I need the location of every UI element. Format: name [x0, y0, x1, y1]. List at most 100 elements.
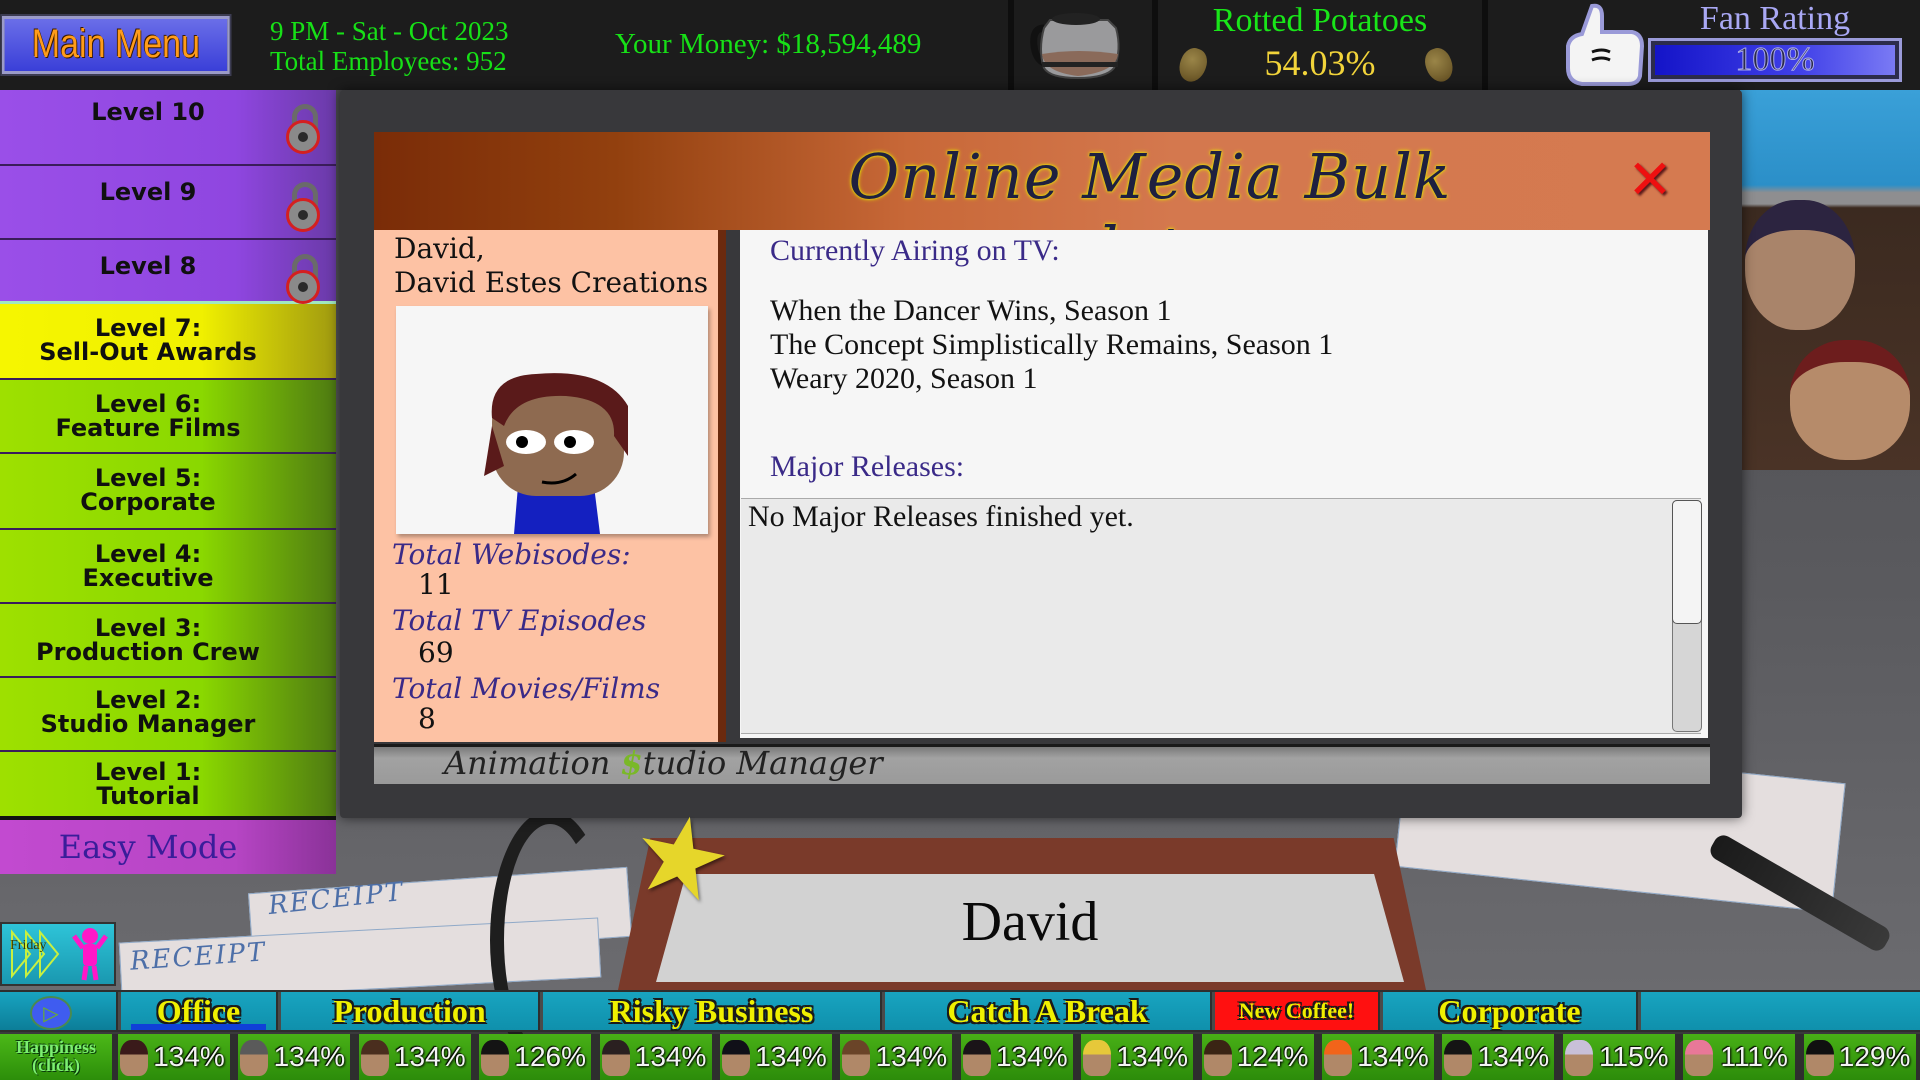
- releases-scrollbar-thumb[interactable]: [1672, 500, 1702, 624]
- fan-rating-title: Fan Rating: [1699, 0, 1851, 37]
- employee-happiness[interactable]: 126%: [475, 1034, 592, 1080]
- level-title: Level 1:: [94, 758, 202, 786]
- game-logo: Animation $tudio Manager: [444, 744, 883, 782]
- happiness-value: 134%: [153, 1041, 225, 1072]
- level-title: Level 7:: [94, 314, 202, 342]
- employee-happiness[interactable]: 134%: [595, 1034, 712, 1080]
- happiness-value: 134%: [393, 1041, 466, 1072]
- employee-happiness[interactable]: 129%: [1799, 1034, 1916, 1080]
- employee-happiness[interactable]: 134%: [114, 1034, 230, 1080]
- coffee-pot-icon[interactable]: [1030, 10, 1126, 80]
- level-subtitle: Production Crew: [36, 638, 260, 666]
- tab-risky-business[interactable]: Risky Business: [540, 992, 880, 1030]
- peeking-character-2: [1790, 340, 1910, 460]
- employee-happiness[interactable]: 134%: [836, 1034, 953, 1080]
- level-item-8[interactable]: Level 8: [0, 240, 336, 304]
- level-title: Level 6:: [94, 390, 202, 418]
- happiness-value: 134%: [1357, 1041, 1429, 1072]
- happiness-button[interactable]: Happiness (click): [0, 1034, 112, 1080]
- happiness-value: 134%: [634, 1041, 707, 1072]
- happiness-label: Happiness: [15, 1037, 97, 1057]
- level-item-2[interactable]: Level 2: Studio Manager: [0, 678, 336, 752]
- happiness-value: 124%: [1236, 1041, 1309, 1072]
- employee-happiness[interactable]: 134%: [1077, 1034, 1194, 1080]
- employee-happiness[interactable]: 134%: [956, 1034, 1073, 1080]
- easy-mode-button[interactable]: Easy Mode: [0, 820, 336, 874]
- employee-happiness[interactable]: 134%: [354, 1034, 471, 1080]
- employee-happiness[interactable]: 134%: [716, 1034, 832, 1080]
- lock-icon: [286, 254, 324, 304]
- happiness-value: 134%: [1477, 1041, 1550, 1072]
- level-item-4[interactable]: Level 4: Executive: [0, 530, 336, 604]
- airing-heading: Currently Airing on TV:: [770, 234, 1060, 267]
- employee-happiness[interactable]: 134%: [1438, 1034, 1555, 1080]
- employee-happiness[interactable]: 124%: [1197, 1034, 1314, 1080]
- profile-name-line1: David,: [394, 232, 485, 265]
- game-time: 9 PM - Sat - Oct 2023: [270, 16, 509, 46]
- name-plate-text: David: [961, 891, 1099, 953]
- airing-show: The Concept Simplistically Remains, Seas…: [770, 328, 1334, 361]
- level-subtitle: Feature Films: [55, 414, 241, 442]
- tv-episodes-value: 69: [418, 636, 454, 669]
- level-item-9[interactable]: Level 9: [0, 166, 336, 240]
- level-subtitle: Sell-Out Awards: [39, 338, 257, 366]
- level-item-6[interactable]: Level 6: Feature Films: [0, 380, 336, 454]
- movies-label: Total Movies/Films: [392, 672, 661, 705]
- lock-icon: [286, 104, 324, 154]
- tab-production[interactable]: Production: [278, 992, 538, 1030]
- tab-new-coffee[interactable]: New Coffee!: [1212, 992, 1378, 1030]
- fan-rating-value: 100%: [1735, 41, 1815, 79]
- level-subtitle: Executive: [82, 564, 214, 592]
- happiness-value: 134%: [755, 1041, 827, 1072]
- happiness-value: 134%: [273, 1041, 346, 1072]
- movies-value: 8: [418, 702, 436, 735]
- pink-mascot-icon: [72, 928, 108, 981]
- level-item-3[interactable]: Level 3: Production Crew: [0, 604, 336, 678]
- happiness-value: 134%: [995, 1041, 1068, 1072]
- level-sidebar: Level 10 Level 9 Level 8 Level 7: Sell-O…: [0, 90, 336, 880]
- fast-forward-icon: [11, 929, 60, 979]
- close-icon: ✕: [1627, 148, 1673, 211]
- happiness-value: 126%: [514, 1041, 586, 1072]
- happiness-value: 134%: [1116, 1041, 1188, 1072]
- lock-icon: [286, 182, 324, 232]
- profile-name: David, David Estes Creations: [394, 232, 708, 300]
- character-avatar-icon: [484, 373, 628, 534]
- dollar-icon: $: [620, 744, 643, 782]
- happiness-value: 134%: [875, 1041, 948, 1072]
- main-menu-button[interactable]: Main Menu: [0, 14, 232, 76]
- peeking-character-1: [1745, 200, 1855, 330]
- employee-count: Total Employees: 952: [270, 46, 507, 76]
- tab-catch-a-break[interactable]: Catch A Break: [882, 992, 1210, 1030]
- level-item-10[interactable]: Level 10: [0, 90, 336, 166]
- happiness-value: 115%: [1599, 1041, 1669, 1072]
- releases-empty-text: No Major Releases finished yet.: [748, 500, 1134, 533]
- level-subtitle: Corporate: [80, 488, 216, 516]
- tv-episodes-label: Total TV Episodes: [392, 604, 647, 637]
- level-subtitle: Studio Manager: [40, 710, 256, 738]
- level-item-5[interactable]: Level 5: Corporate: [0, 454, 336, 530]
- easy-mode-label: Easy Mode: [58, 828, 238, 866]
- level-title: Level 3:: [94, 614, 202, 642]
- webisodes-label: Total Webisodes:: [392, 538, 631, 571]
- employee-happiness[interactable]: 134%: [1318, 1034, 1434, 1080]
- level-subtitle: Tutorial: [96, 782, 200, 810]
- level-title: Level 5:: [94, 464, 202, 492]
- employee-happiness[interactable]: 111%: [1679, 1034, 1796, 1080]
- studio-name: David Estes Creations: [394, 266, 709, 299]
- tab-office[interactable]: Office: [118, 992, 276, 1030]
- happiness-click-hint: (click): [32, 1055, 80, 1075]
- level-title: Level 4:: [94, 540, 202, 568]
- close-button[interactable]: ✕: [1622, 152, 1678, 208]
- releases-heading: Major Releases:: [770, 450, 965, 483]
- play-icon[interactable]: ▷: [30, 996, 72, 1030]
- happiness-value: 111%: [1720, 1041, 1788, 1072]
- webisodes-value: 11: [418, 568, 454, 601]
- level-item-1[interactable]: Level 1: Tutorial: [0, 752, 336, 820]
- tab-corporate[interactable]: Corporate: [1380, 992, 1636, 1030]
- employee-happiness[interactable]: 115%: [1558, 1034, 1675, 1080]
- employee-happiness[interactable]: 134%: [234, 1034, 351, 1080]
- thumbs-up-icon: [1566, 3, 1645, 86]
- profile-portrait: [396, 306, 708, 534]
- level-item-7[interactable]: Level 7: Sell-Out Awards: [0, 304, 336, 380]
